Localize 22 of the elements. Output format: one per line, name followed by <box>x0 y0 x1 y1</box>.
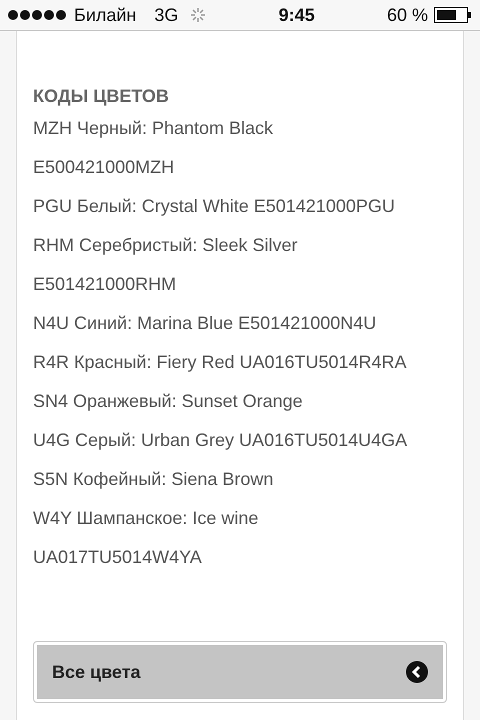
clock-time: 9:45 <box>278 4 315 26</box>
color-code-line: SN4 Оранжевый: Sunset Orange <box>33 390 304 413</box>
color-code-line: R4R Красный: Fiery Red UA016TU5014R4RA <box>33 351 408 374</box>
carrier-name: Билайн <box>74 4 136 26</box>
color-code-line: UA017TU5014W4YA <box>33 546 203 569</box>
color-code-line: RHM Серебристый: Sleek Silver <box>33 234 298 257</box>
chevron-left-icon <box>406 661 428 683</box>
color-code-line: N4U Синий: Marina Blue E501421000N4U <box>33 312 378 335</box>
battery-icon <box>434 7 472 23</box>
all-colors-button[interactable]: Все цвета <box>33 641 447 703</box>
color-code-line: S5N Кофейный: Siena Brown <box>33 468 274 491</box>
color-code-line: PGU Белый: Crystal White E501421000PGU <box>33 195 396 218</box>
signal-icon <box>8 10 68 20</box>
section-title: КОДЫ ЦВЕТОВ <box>33 85 170 108</box>
color-code-line: E500421000MZH <box>33 156 176 179</box>
network-type: 3G <box>154 4 178 26</box>
color-code-line: W4Y Шампанское: Ice wine <box>33 507 260 530</box>
battery-percent: 60 % <box>386 4 428 26</box>
color-code-line: MZH Черный: Phantom Black <box>33 117 274 140</box>
spinner-icon <box>190 7 206 23</box>
color-code-line: U4G Серый: Urban Grey UA016TU5014U4GA <box>33 429 408 452</box>
color-code-line: E501421000RHM <box>33 273 178 296</box>
